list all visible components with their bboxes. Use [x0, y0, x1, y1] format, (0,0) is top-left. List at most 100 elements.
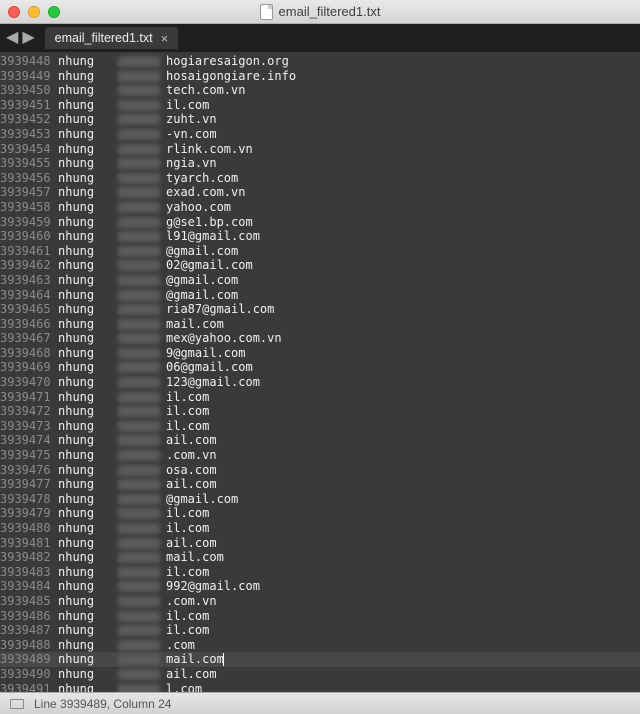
- line-number: 3939461: [0, 244, 58, 259]
- line-col3: 06@gmail.com: [166, 360, 640, 375]
- window-maximize-button[interactable]: [48, 6, 60, 18]
- line-col3: il.com: [166, 609, 640, 624]
- editor-line[interactable]: 3939476nhungosa.com: [0, 463, 640, 478]
- line-number: 3939453: [0, 127, 58, 142]
- editor-line[interactable]: 3939479nhungil.com: [0, 506, 640, 521]
- line-col1: nhung: [58, 112, 118, 127]
- redacted-region: [118, 114, 160, 125]
- editor-tab[interactable]: email_filtered1.txt ×: [45, 27, 179, 49]
- redacted-region: [118, 348, 160, 359]
- editor-line[interactable]: 3939490nhungail.com: [0, 667, 640, 682]
- line-col1: nhung: [58, 244, 118, 259]
- editor-line[interactable]: 3939453nhung-vn.com: [0, 127, 640, 142]
- line-col1: nhung: [58, 273, 118, 288]
- editor-line[interactable]: 3939481nhungail.com: [0, 536, 640, 551]
- editor-line[interactable]: 3939452nhungzuht.vn: [0, 112, 640, 127]
- editor-line[interactable]: 3939459nhungg@se1.bp.com: [0, 215, 640, 230]
- editor-line[interactable]: 3939464nhung@gmail.com: [0, 288, 640, 303]
- window-close-button[interactable]: [8, 6, 20, 18]
- panel-icon[interactable]: [10, 699, 24, 709]
- editor-line[interactable]: 3939475nhung.com.vn: [0, 448, 640, 463]
- editor-line[interactable]: 3939465nhungria87@gmail.com: [0, 302, 640, 317]
- window-minimize-button[interactable]: [28, 6, 40, 18]
- editor-line[interactable]: 3939482nhungmail.com: [0, 550, 640, 565]
- line-number: 3939491: [0, 682, 58, 692]
- editor-line[interactable]: 3939477nhungail.com: [0, 477, 640, 492]
- editor-line[interactable]: 3939478nhung@gmail.com: [0, 492, 640, 507]
- line-col1: nhung: [58, 609, 118, 624]
- redacted-region: [118, 144, 160, 155]
- line-col1: nhung: [58, 652, 118, 667]
- text-editor[interactable]: 3939448nhunghogiaresaigon.org3939449nhun…: [0, 52, 640, 692]
- line-col3: ngia.vn: [166, 156, 640, 171]
- editor-line[interactable]: 3939450nhungtech.com.vn: [0, 83, 640, 98]
- tab-close-icon[interactable]: ×: [161, 32, 169, 45]
- editor-line[interactable]: 3939472nhungil.com: [0, 404, 640, 419]
- window-titlebar: email_filtered1.txt: [0, 0, 640, 24]
- line-col3: yahoo.com: [166, 200, 640, 215]
- line-col3: 992@gmail.com: [166, 579, 640, 594]
- editor-line[interactable]: 3939466nhungmail.com: [0, 317, 640, 332]
- line-number: 3939456: [0, 171, 58, 186]
- line-col3: @gmail.com: [166, 492, 640, 507]
- line-col1: nhung: [58, 521, 118, 536]
- line-col3: .com: [166, 638, 640, 653]
- editor-line[interactable]: 3939471nhungil.com: [0, 390, 640, 405]
- line-col3: hogiaresaigon.org: [166, 54, 640, 69]
- editor-line[interactable]: 3939467nhungmex@yahoo.com.vn: [0, 331, 640, 346]
- redacted-region: [118, 640, 160, 651]
- line-col1: nhung: [58, 258, 118, 273]
- editor-line[interactable]: 3939470nhung123@gmail.com: [0, 375, 640, 390]
- line-col1: nhung: [58, 477, 118, 492]
- redacted-region: [118, 567, 160, 578]
- nav-forward-icon[interactable]: ▶: [22, 30, 34, 46]
- editor-line[interactable]: 3939474nhungail.com: [0, 433, 640, 448]
- editor-line[interactable]: 3939458nhungyahoo.com: [0, 200, 640, 215]
- line-col1: nhung: [58, 171, 118, 186]
- nav-back-icon[interactable]: ◀: [6, 30, 18, 46]
- line-col3: hosaigongiare.info: [166, 69, 640, 84]
- line-col3: il.com: [166, 565, 640, 580]
- line-number: 3939471: [0, 390, 58, 405]
- editor-line[interactable]: 3939486nhungil.com: [0, 609, 640, 624]
- line-col1: nhung: [58, 404, 118, 419]
- line-col1: nhung: [58, 463, 118, 478]
- editor-line[interactable]: 3939489nhungmail.com: [0, 652, 640, 667]
- editor-line[interactable]: 3939448nhunghogiaresaigon.org: [0, 54, 640, 69]
- redacted-region: [118, 290, 160, 301]
- line-col3: il.com: [166, 419, 640, 434]
- editor-line[interactable]: 3939488nhung.com: [0, 638, 640, 653]
- editor-line[interactable]: 3939456nhung tyarch.com: [0, 171, 640, 186]
- editor-line[interactable]: 3939469nhung06@gmail.com: [0, 360, 640, 375]
- editor-line[interactable]: 3939463nhung@gmail.com: [0, 273, 640, 288]
- redacted-region: [118, 479, 160, 490]
- redacted-region: [118, 523, 160, 534]
- editor-line[interactable]: 3939487nhungil.com: [0, 623, 640, 638]
- editor-line[interactable]: 3939455nhungngia.vn: [0, 156, 640, 171]
- redacted-region: [118, 319, 160, 330]
- editor-line[interactable]: 3939449nhunghosaigongiare.info: [0, 69, 640, 84]
- line-col3: rlink.com.vn: [166, 142, 640, 157]
- line-number: 3939482: [0, 550, 58, 565]
- editor-line[interactable]: 3939491nhungl.com: [0, 682, 640, 692]
- editor-line[interactable]: 3939483nhungil.com: [0, 565, 640, 580]
- editor-line[interactable]: 3939473nhungil.com: [0, 419, 640, 434]
- editor-line[interactable]: 3939457nhungexad.com.vn: [0, 185, 640, 200]
- editor-line[interactable]: 3939460nhungl91@gmail.com: [0, 229, 640, 244]
- line-number: 3939457: [0, 185, 58, 200]
- line-col3: tyarch.com: [166, 171, 640, 186]
- line-col3: il.com: [166, 623, 640, 638]
- editor-line[interactable]: 3939454nhungrlink.com.vn: [0, 142, 640, 157]
- editor-line[interactable]: 3939480nhungil.com: [0, 521, 640, 536]
- editor-line[interactable]: 3939468nhung9@gmail.com: [0, 346, 640, 361]
- status-position: Line 3939489, Column 24: [34, 697, 171, 711]
- editor-line[interactable]: 3939462nhung02@gmail.com: [0, 258, 640, 273]
- editor-line[interactable]: 3939451nhungil.com: [0, 98, 640, 113]
- editor-line[interactable]: 3939485nhung.com.vn: [0, 594, 640, 609]
- editor-line[interactable]: 3939484nhung992@gmail.com: [0, 579, 640, 594]
- line-number: 3939467: [0, 331, 58, 346]
- editor-line[interactable]: 3939461nhung@gmail.com: [0, 244, 640, 259]
- redacted-region: [118, 596, 160, 607]
- line-col1: nhung: [58, 550, 118, 565]
- redacted-region: [118, 625, 160, 636]
